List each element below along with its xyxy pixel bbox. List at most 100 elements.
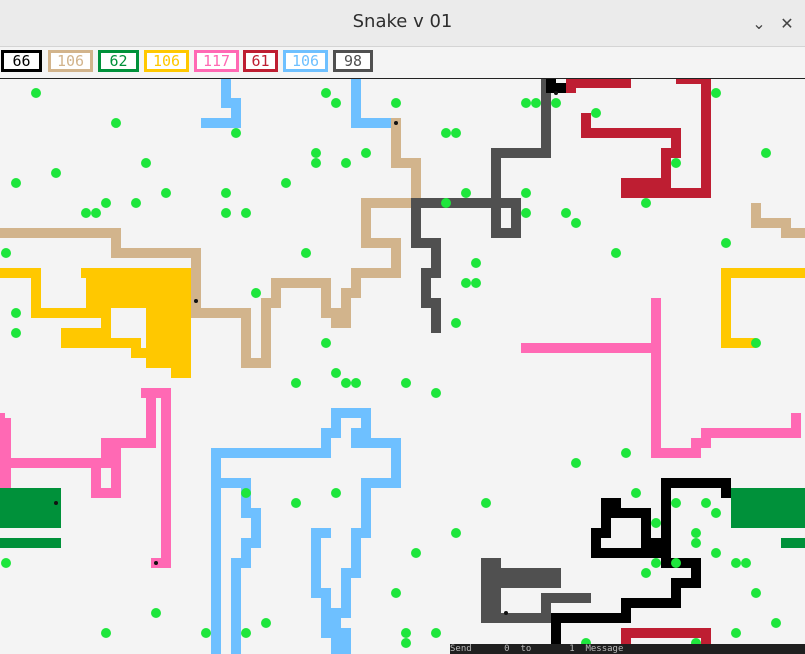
food-pellet	[241, 628, 251, 638]
snake-head-eye	[504, 611, 508, 615]
snake-yellow-block2	[146, 308, 191, 368]
food-pellet	[111, 118, 121, 128]
food-pellet	[231, 128, 241, 138]
food-pellet	[561, 208, 571, 218]
arena-canvas	[0, 79, 805, 654]
food-pellet	[441, 198, 451, 208]
food-pellet	[711, 508, 721, 518]
snake-tan-knot	[321, 308, 351, 328]
snake-tan	[191, 118, 421, 368]
food-pellet	[401, 378, 411, 388]
food-pellet	[731, 628, 741, 638]
food-pellet	[671, 158, 681, 168]
food-pellet	[301, 248, 311, 258]
game-arena[interactable]	[0, 79, 805, 654]
food-pellet	[471, 258, 481, 268]
food-pellet	[391, 588, 401, 598]
food-pellet	[151, 608, 161, 618]
snake-blue-bottom	[211, 408, 401, 654]
food-pellet	[331, 368, 341, 378]
snake-green-block3	[731, 488, 805, 528]
food-pellet	[591, 108, 601, 118]
food-pellet	[641, 198, 651, 208]
food-pellet	[361, 148, 371, 158]
food-pellet	[91, 208, 101, 218]
snake-head-eye	[154, 561, 158, 565]
food-pellet	[341, 378, 351, 388]
chevron-down-icon[interactable]: ⌄	[747, 11, 771, 35]
food-pellet	[241, 208, 251, 218]
food-pellet	[431, 628, 441, 638]
food-pellet	[161, 188, 171, 198]
snake-red-2	[581, 79, 711, 198]
food-pellet	[101, 198, 111, 208]
food-pellet	[451, 128, 461, 138]
food-pellet	[651, 518, 661, 528]
food-pellet	[721, 238, 731, 248]
food-pellet	[321, 88, 331, 98]
food-pellet	[11, 328, 21, 338]
food-pellet	[331, 488, 341, 498]
food-pellet	[651, 558, 661, 568]
food-pellet	[461, 278, 471, 288]
snake-blue-top	[351, 79, 401, 128]
food-pellet	[751, 338, 761, 348]
snake-pink-block	[0, 418, 11, 488]
status-strip: Send 0 to 1 Message	[450, 644, 805, 654]
food-pellet	[291, 498, 301, 508]
food-pellet	[731, 558, 741, 568]
food-pellet	[631, 488, 641, 498]
score-yellow: 106	[144, 50, 189, 72]
food-pellet	[751, 588, 761, 598]
food-pellet	[311, 158, 321, 168]
snake-gray-block	[481, 558, 501, 618]
score-blue: 106	[283, 50, 328, 72]
food-pellet	[101, 628, 111, 638]
food-pellet	[81, 208, 91, 218]
food-pellet	[351, 378, 361, 388]
food-pellet	[391, 98, 401, 108]
snake-head-eye	[554, 91, 558, 95]
food-pellet	[11, 308, 21, 318]
snake-pink-right	[521, 298, 801, 458]
food-pellet	[401, 638, 411, 648]
window-title: Snake v 01	[352, 11, 453, 32]
food-pellet	[431, 388, 441, 398]
food-pellet	[691, 528, 701, 538]
food-pellet	[521, 208, 531, 218]
snake-head-eye	[54, 501, 58, 505]
snake-green-block2	[0, 538, 61, 548]
food-pellet	[551, 98, 561, 108]
food-pellet	[261, 618, 271, 628]
food-pellet	[11, 178, 21, 188]
food-pellet	[1, 248, 11, 258]
food-pellet	[611, 248, 621, 258]
food-pellet	[761, 148, 771, 158]
food-pellet	[451, 318, 461, 328]
food-pellet	[771, 618, 781, 628]
food-pellet	[401, 628, 411, 638]
snake-pink-left2	[0, 388, 156, 468]
food-pellet	[741, 558, 751, 568]
snake-green-block	[0, 488, 61, 528]
food-pellet	[471, 278, 481, 288]
snake-yellow-right	[721, 268, 805, 348]
snake-yellow-block	[86, 268, 191, 308]
food-pellet	[711, 548, 721, 558]
food-pellet	[131, 198, 141, 208]
food-pellet	[441, 128, 451, 138]
close-icon[interactable]: ✕	[775, 11, 799, 35]
food-pellet	[481, 498, 491, 508]
snake-head-eye	[394, 121, 398, 125]
food-pellet	[521, 98, 531, 108]
food-pellet	[571, 458, 581, 468]
food-pellet	[521, 188, 531, 198]
score-pink: 117	[194, 50, 239, 72]
food-pellet	[711, 88, 721, 98]
food-pellet	[691, 538, 701, 548]
score-green: 62	[98, 50, 139, 72]
food-pellet	[321, 338, 331, 348]
food-pellet	[531, 98, 541, 108]
snake-red	[551, 79, 631, 93]
food-pellet	[201, 628, 211, 638]
